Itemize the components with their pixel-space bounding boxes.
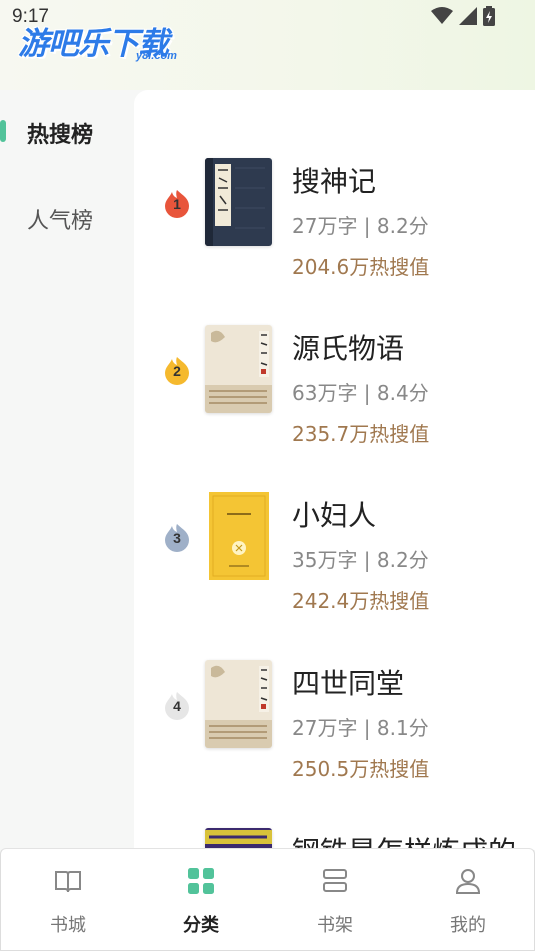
book-title: 钢铁是怎样炼成的 (292, 830, 516, 850)
book-open-icon (55, 871, 81, 893)
status-icons (431, 6, 495, 26)
top-bar: 9:17 游吧乐下载 y8l.com (0, 0, 535, 90)
book-meta: 35万字 | 8.2分 (292, 548, 429, 572)
rank-badge: 4 (162, 690, 192, 720)
ranking-list: 1 搜神记 27万字 | 8.2分 204.6万热搜值 2 源氏物语 63万字 … (134, 90, 535, 850)
rank-number: 4 (173, 698, 181, 714)
logo: 游吧乐下载 y8l.com (18, 18, 188, 64)
book-meta: 27万字 | 8.1分 (292, 716, 429, 740)
sidebar-item-label: 人气榜 (27, 209, 94, 234)
nav-category[interactable]: 分类 (134, 849, 268, 949)
nav-label: 我的 (450, 915, 486, 936)
list-item[interactable]: 3 小妇人 35万字 | 8.2分 242.4万热搜值 (134, 492, 535, 652)
nav-label: 分类 (183, 915, 219, 936)
battery-icon (483, 6, 495, 26)
book-cover (205, 660, 272, 748)
rank-number: 1 (173, 196, 181, 212)
user-icon (455, 869, 481, 894)
book-meta: 63万字 | 8.4分 (292, 381, 429, 405)
signal-icon (459, 7, 477, 25)
book-meta: 27万字 | 8.2分 (292, 214, 429, 238)
book-title: 搜神记 (292, 165, 377, 198)
sidebar-item-label: 热搜榜 (27, 123, 94, 148)
nav-label: 书架 (317, 915, 353, 936)
book-heat: 250.5万热搜值 (292, 757, 430, 781)
book-cover (205, 492, 272, 580)
list-item[interactable]: 2 源氏物语 63万字 | 8.4分 235.7万热搜值 (134, 325, 535, 485)
book-title: 小妇人 (292, 499, 377, 532)
grid-icon (188, 868, 214, 894)
active-indicator (0, 120, 6, 142)
rank-badge: 3 (162, 522, 192, 552)
nav-bookshelf[interactable]: 书架 (268, 849, 402, 949)
book-cover (205, 828, 272, 850)
sidebar: 热搜榜 人气榜 (0, 90, 134, 850)
book-heat: 235.7万热搜值 (292, 422, 430, 446)
book-heat: 204.6万热搜值 (292, 255, 430, 279)
rank-badge: 2 (162, 355, 192, 385)
list-item[interactable]: 钢铁是怎样炼成的 (134, 828, 535, 850)
logo-domain: y8l.com (136, 50, 177, 62)
rank-badge: 1 (162, 188, 192, 218)
nav-profile[interactable]: 我的 (401, 849, 535, 949)
nav-label: 书城 (50, 915, 86, 936)
sidebar-item-popularity[interactable]: 人气榜 (0, 188, 134, 248)
list-item[interactable]: 4 四世同堂 27万字 | 8.1分 250.5万热搜值 (134, 660, 535, 820)
bookshelf-icon (323, 869, 347, 892)
nav-bookstore[interactable]: 书城 (1, 849, 135, 949)
rank-number: 2 (173, 363, 181, 379)
bottom-nav: 书城 分类 书架 我的 (0, 848, 535, 951)
book-title: 四世同堂 (292, 667, 405, 700)
book-cover (205, 325, 272, 413)
rank-number: 3 (173, 530, 181, 546)
book-heat: 242.4万热搜值 (292, 589, 430, 613)
wifi-icon (431, 7, 453, 24)
sidebar-item-hot-search[interactable]: 热搜榜 (0, 102, 134, 162)
list-item[interactable]: 1 搜神记 27万字 | 8.2分 204.6万热搜值 (134, 158, 535, 318)
book-cover (205, 158, 272, 246)
book-title: 源氏物语 (292, 332, 405, 365)
